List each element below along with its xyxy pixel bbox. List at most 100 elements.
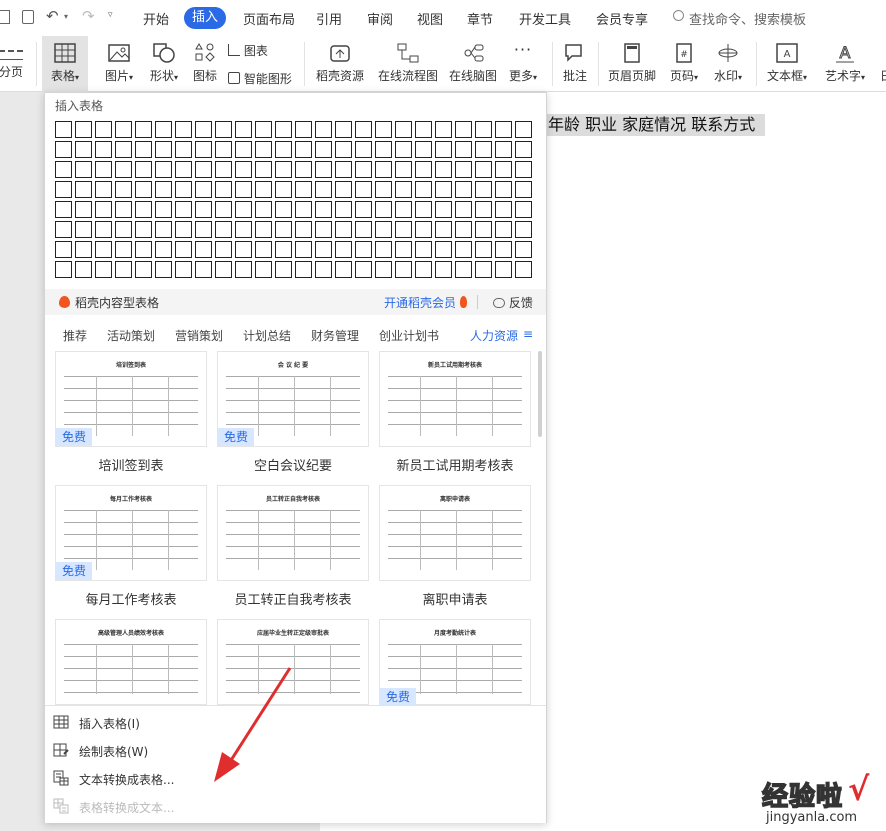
grid-cell[interactable]: [515, 161, 532, 178]
grid-cell[interactable]: [215, 161, 232, 178]
grid-cell[interactable]: [495, 141, 512, 158]
grid-cell[interactable]: [195, 121, 212, 138]
grid-cell[interactable]: [135, 181, 152, 198]
grid-cell[interactable]: [475, 201, 492, 218]
online-flowchart-button[interactable]: 在线流程图: [374, 36, 442, 92]
grid-cell[interactable]: [115, 141, 132, 158]
template-card[interactable]: 高级管理人员绩效考核表: [55, 619, 207, 705]
chart-button[interactable]: 图表: [228, 42, 268, 59]
grid-cell[interactable]: [75, 221, 92, 238]
grid-cell[interactable]: [255, 261, 272, 278]
grid-cell[interactable]: [275, 221, 292, 238]
grid-cell[interactable]: [435, 201, 452, 218]
tab-plan-summary[interactable]: 计划总结: [243, 327, 291, 344]
open-membership-link[interactable]: 开通稻壳会员: [384, 294, 456, 311]
grid-cell[interactable]: [95, 181, 112, 198]
tab-review[interactable]: 审阅: [367, 9, 393, 28]
grid-cell[interactable]: [415, 241, 432, 258]
grid-cell[interactable]: [275, 261, 292, 278]
grid-cell[interactable]: [75, 241, 92, 258]
grid-cell[interactable]: [195, 241, 212, 258]
grid-cell[interactable]: [315, 181, 332, 198]
grid-cell[interactable]: [475, 181, 492, 198]
grid-cell[interactable]: [135, 121, 152, 138]
grid-cell[interactable]: [435, 121, 452, 138]
template-name[interactable]: 新员工试用期考核表: [375, 455, 535, 474]
grid-cell[interactable]: [95, 261, 112, 278]
grid-cell[interactable]: [335, 241, 352, 258]
grid-cell[interactable]: [215, 201, 232, 218]
grid-cell[interactable]: [515, 221, 532, 238]
redo-icon[interactable]: ↷: [82, 7, 95, 25]
grid-cell[interactable]: [235, 181, 252, 198]
grid-cell[interactable]: [435, 161, 452, 178]
grid-cell[interactable]: [415, 201, 432, 218]
tab-event-planning[interactable]: 活动策划: [107, 327, 155, 344]
grid-cell[interactable]: [95, 201, 112, 218]
template-card[interactable]: 会 议 纪 要免费: [217, 351, 369, 447]
grid-cell[interactable]: [355, 201, 372, 218]
grid-cell[interactable]: [475, 161, 492, 178]
grid-cell[interactable]: [175, 161, 192, 178]
grid-cell[interactable]: [475, 121, 492, 138]
grid-cell[interactable]: [475, 221, 492, 238]
grid-cell[interactable]: [235, 241, 252, 258]
grid-cell[interactable]: [175, 121, 192, 138]
grid-cell[interactable]: [55, 201, 72, 218]
grid-cell[interactable]: [395, 161, 412, 178]
grid-cell[interactable]: [295, 241, 312, 258]
tab-chapter[interactable]: 章节: [467, 9, 493, 28]
grid-cell[interactable]: [395, 181, 412, 198]
grid-cell[interactable]: [255, 121, 272, 138]
grid-cell[interactable]: [75, 261, 92, 278]
grid-cell[interactable]: [295, 221, 312, 238]
grid-cell[interactable]: [295, 261, 312, 278]
grid-cell[interactable]: [375, 161, 392, 178]
grid-cell[interactable]: [195, 141, 212, 158]
icon-button[interactable]: 图标: [188, 36, 222, 92]
grid-cell[interactable]: [375, 121, 392, 138]
grid-cell[interactable]: [435, 221, 452, 238]
table-button[interactable]: 表格▾: [42, 36, 88, 92]
grid-cell[interactable]: [355, 121, 372, 138]
grid-cell[interactable]: [235, 121, 252, 138]
grid-cell[interactable]: [275, 201, 292, 218]
grid-cell[interactable]: [175, 181, 192, 198]
grid-cell[interactable]: [215, 261, 232, 278]
tab-business-plan[interactable]: 创业计划书: [379, 327, 439, 344]
grid-cell[interactable]: [95, 241, 112, 258]
grid-cell[interactable]: [75, 121, 92, 138]
grid-cell[interactable]: [255, 241, 272, 258]
grid-cell[interactable]: [435, 261, 452, 278]
grid-cell[interactable]: [335, 221, 352, 238]
scrollbar[interactable]: [538, 351, 542, 437]
grid-cell[interactable]: [155, 181, 172, 198]
grid-cell[interactable]: [175, 261, 192, 278]
grid-cell[interactable]: [395, 261, 412, 278]
grid-cell[interactable]: [335, 261, 352, 278]
grid-cell[interactable]: [495, 241, 512, 258]
grid-cell[interactable]: [95, 121, 112, 138]
more-button[interactable]: ··· 更多▾: [504, 36, 542, 92]
grid-cell[interactable]: [355, 221, 372, 238]
grid-cell[interactable]: [455, 141, 472, 158]
grid-cell[interactable]: [55, 241, 72, 258]
grid-cell[interactable]: [375, 141, 392, 158]
grid-cell[interactable]: [315, 121, 332, 138]
grid-cell[interactable]: [195, 261, 212, 278]
grid-cell[interactable]: [435, 241, 452, 258]
tab-member[interactable]: 会员专享: [596, 9, 648, 28]
template-name[interactable]: 离职申请表: [375, 589, 535, 608]
tab-finance[interactable]: 财务管理: [311, 327, 359, 344]
grid-cell[interactable]: [95, 161, 112, 178]
grid-cell[interactable]: [115, 201, 132, 218]
template-card[interactable]: 新员工试用期考核表: [379, 351, 531, 447]
grid-cell[interactable]: [135, 141, 152, 158]
grid-cell[interactable]: [335, 121, 352, 138]
grid-cell[interactable]: [315, 201, 332, 218]
search-icon[interactable]: [673, 10, 684, 21]
grid-cell[interactable]: [415, 121, 432, 138]
grid-cell[interactable]: [215, 121, 232, 138]
grid-cell[interactable]: [295, 121, 312, 138]
grid-cell[interactable]: [235, 161, 252, 178]
